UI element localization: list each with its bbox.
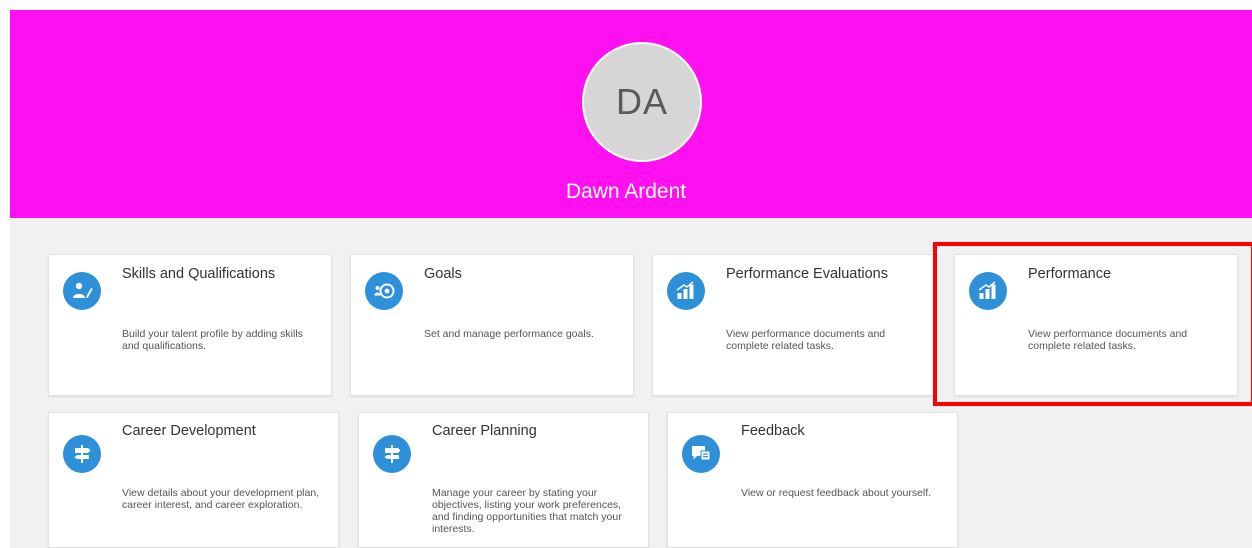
user-name: Dawn Ardent — [565, 180, 687, 203]
card-title: Performance Evaluations — [726, 266, 888, 282]
card-title: Career Planning — [432, 423, 537, 439]
card-description: View details about your development plan… — [122, 487, 320, 511]
signpost-icon — [373, 435, 411, 473]
card-description: View performance documents and complete … — [726, 328, 886, 352]
card-description: View or request feedback about yourself. — [741, 487, 932, 499]
feedback-icon — [682, 435, 720, 473]
card-title: Performance — [1028, 266, 1112, 282]
avatar[interactable]: DA — [582, 42, 702, 162]
card-description: Set and manage performance goals. — [424, 328, 594, 340]
card-career-planning[interactable]: Career Planning Manage your career by st… — [358, 412, 649, 548]
card-goals[interactable]: Goals Set and manage performance goals. — [350, 254, 634, 396]
card-description: Manage your career by stating your objec… — [432, 487, 622, 535]
avatar-initials: DA — [615, 81, 668, 122]
card-performance-evaluations[interactable]: Performance Evaluations View performance… — [652, 254, 936, 396]
page: DA Dawn Ardent Skills and Qualifications… — [0, 0, 1252, 548]
card-career-development[interactable]: Career Development View details about yo… — [48, 412, 339, 548]
card-skills-and-qualifications[interactable]: Skills and Qualifications Build your tal… — [48, 254, 332, 396]
bar-chart-icon — [969, 272, 1007, 310]
bar-chart-icon — [667, 272, 705, 310]
card-description: Build your talent profile by adding skil… — [122, 328, 303, 352]
card-title: Feedback — [741, 423, 805, 439]
card-title: Career Development — [122, 423, 256, 439]
card-title: Goals — [424, 266, 462, 282]
goals-target-icon — [365, 272, 403, 310]
card-feedback[interactable]: Feedback View or request feedback about … — [667, 412, 958, 548]
talent-profile-icon — [63, 272, 101, 310]
card-title: Skills and Qualifications — [122, 266, 276, 282]
card-description: View performance documents and complete … — [1028, 328, 1188, 352]
signpost-icon — [63, 435, 101, 473]
card-performance[interactable]: Performance View performance documents a… — [954, 254, 1238, 396]
